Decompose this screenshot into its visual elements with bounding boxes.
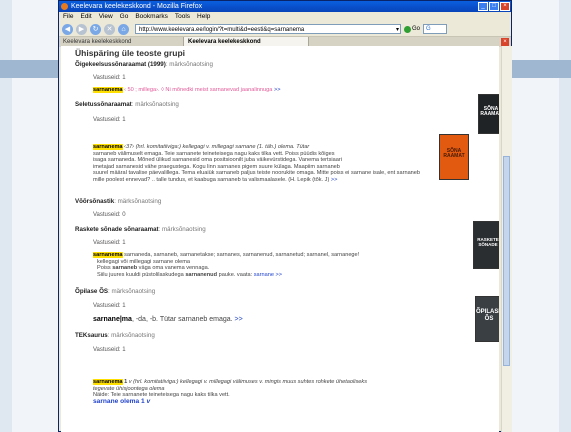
menu-edit[interactable]: Edit (80, 12, 91, 22)
dict-title-seletus: Seletussõnaraamat: märksõnaotsing (75, 101, 179, 108)
book-cover-opilase: ÕPILASE ÕS (475, 296, 499, 342)
menu-go[interactable]: Go (120, 12, 129, 22)
back-icon[interactable]: ◀ (62, 23, 73, 35)
search-box[interactable]: G (423, 24, 448, 34)
dict-title-raskete: Raskete sõnade sõnaraamat: märksõnaotsin… (75, 226, 206, 233)
chevron-down-icon[interactable]: ▾ (396, 25, 399, 33)
reload-icon[interactable]: ↻ (90, 23, 101, 35)
dict-title-opilase: Õpilase ÕS: märksõnaotsing (75, 288, 156, 295)
forward-icon[interactable]: ▶ (76, 23, 87, 35)
window-title: Keelevara keelekeskkond - Mozilla Firefo… (71, 3, 203, 10)
hits-count: Vastuseid: 1 (93, 75, 126, 81)
entry-opilase: sarnane|ma, -da, -b. Tütar sarnaneb emag… (93, 316, 243, 323)
navigation-toolbar: ◀ ▶ ↻ ✕ ⌂ http://www.keelevara.ee/login/… (59, 22, 511, 37)
book-cover-raskete: RASKETE SÕNADE (473, 221, 499, 269)
page-title: Ühispäring üle teoste grupi (75, 48, 186, 58)
dict-title-teksaurus: TEKsaurus: märksõnaotsing (75, 332, 155, 339)
close-button[interactable]: × (500, 2, 510, 11)
entry-raskete: sarnanema sarnaneda, sarnaneb, sarnaneta… (93, 252, 360, 278)
more-link[interactable]: >> (235, 316, 243, 323)
go-button[interactable]: Go (404, 25, 421, 33)
title-bar: Keelevara keelekeskkond - Mozilla Firefo… (59, 1, 511, 12)
maximize-button[interactable]: □ (489, 2, 499, 11)
stop-icon[interactable]: ✕ (104, 23, 115, 35)
vertical-scrollbar[interactable] (501, 46, 512, 432)
menu-file[interactable]: File (63, 12, 73, 22)
hits-count: Vastuseid: 1 (93, 347, 126, 353)
menu-help[interactable]: Help (197, 12, 210, 22)
window-controls: _ □ × (478, 2, 510, 11)
menu-bookmarks[interactable]: Bookmarks (135, 12, 168, 22)
firefox-icon (61, 3, 68, 10)
book-cover-seletus: SÕNA RAAMAT (439, 134, 469, 180)
hits-count: Vastuseid: 0 (93, 212, 126, 218)
entry-oigekeelsus: sarnanema ‹ 50 ; millega›. ◊ Ni mõnedki … (93, 87, 281, 93)
page-content: Ühispäring üle teoste grupi Õigekeelsuss… (61, 46, 499, 432)
dict-title-oigekeelsus: Õigekeelsussõnaraamat (1999): märksõnaot… (75, 61, 213, 68)
go-label: Go (412, 26, 421, 32)
hits-count: Vastuseid: 1 (93, 240, 126, 246)
close-tab-icon[interactable]: × (501, 38, 509, 46)
book-cover-sonaraamat: SÕNA RAAMAT (478, 94, 499, 134)
more-link[interactable]: >> (331, 177, 338, 183)
menu-tools[interactable]: Tools (175, 12, 190, 22)
more-link[interactable]: >> (274, 87, 281, 93)
menu-bar: File Edit View Go Bookmarks Tools Help (59, 12, 511, 22)
address-bar[interactable]: http://www.keelevara.ee/login/?t=multi&d… (135, 24, 401, 34)
home-icon[interactable]: ⌂ (118, 23, 129, 35)
dict-title-voorsonastik: Võõrsõnastik: märksõnaotsing (75, 198, 162, 205)
go-icon (404, 25, 411, 33)
entry-seletus: sarnanema ‹37› (hrl. komitatiiviga:) kel… (93, 144, 421, 183)
entry-teksaurus: sarnanema 1 v (hrl. komitatiiviga:) kell… (93, 379, 368, 405)
hits-count: Vastuseid: 1 (93, 117, 126, 123)
menu-view[interactable]: View (99, 12, 113, 22)
scrollbar-thumb[interactable] (503, 156, 510, 366)
minimize-button[interactable]: _ (478, 2, 488, 11)
hits-count: Vastuseid: 1 (93, 303, 126, 309)
more-link[interactable]: >> (276, 272, 283, 278)
address-url: http://www.keelevara.ee/login/?t=multi&d… (139, 27, 305, 33)
sarnane-link[interactable]: sarnane (254, 272, 274, 278)
